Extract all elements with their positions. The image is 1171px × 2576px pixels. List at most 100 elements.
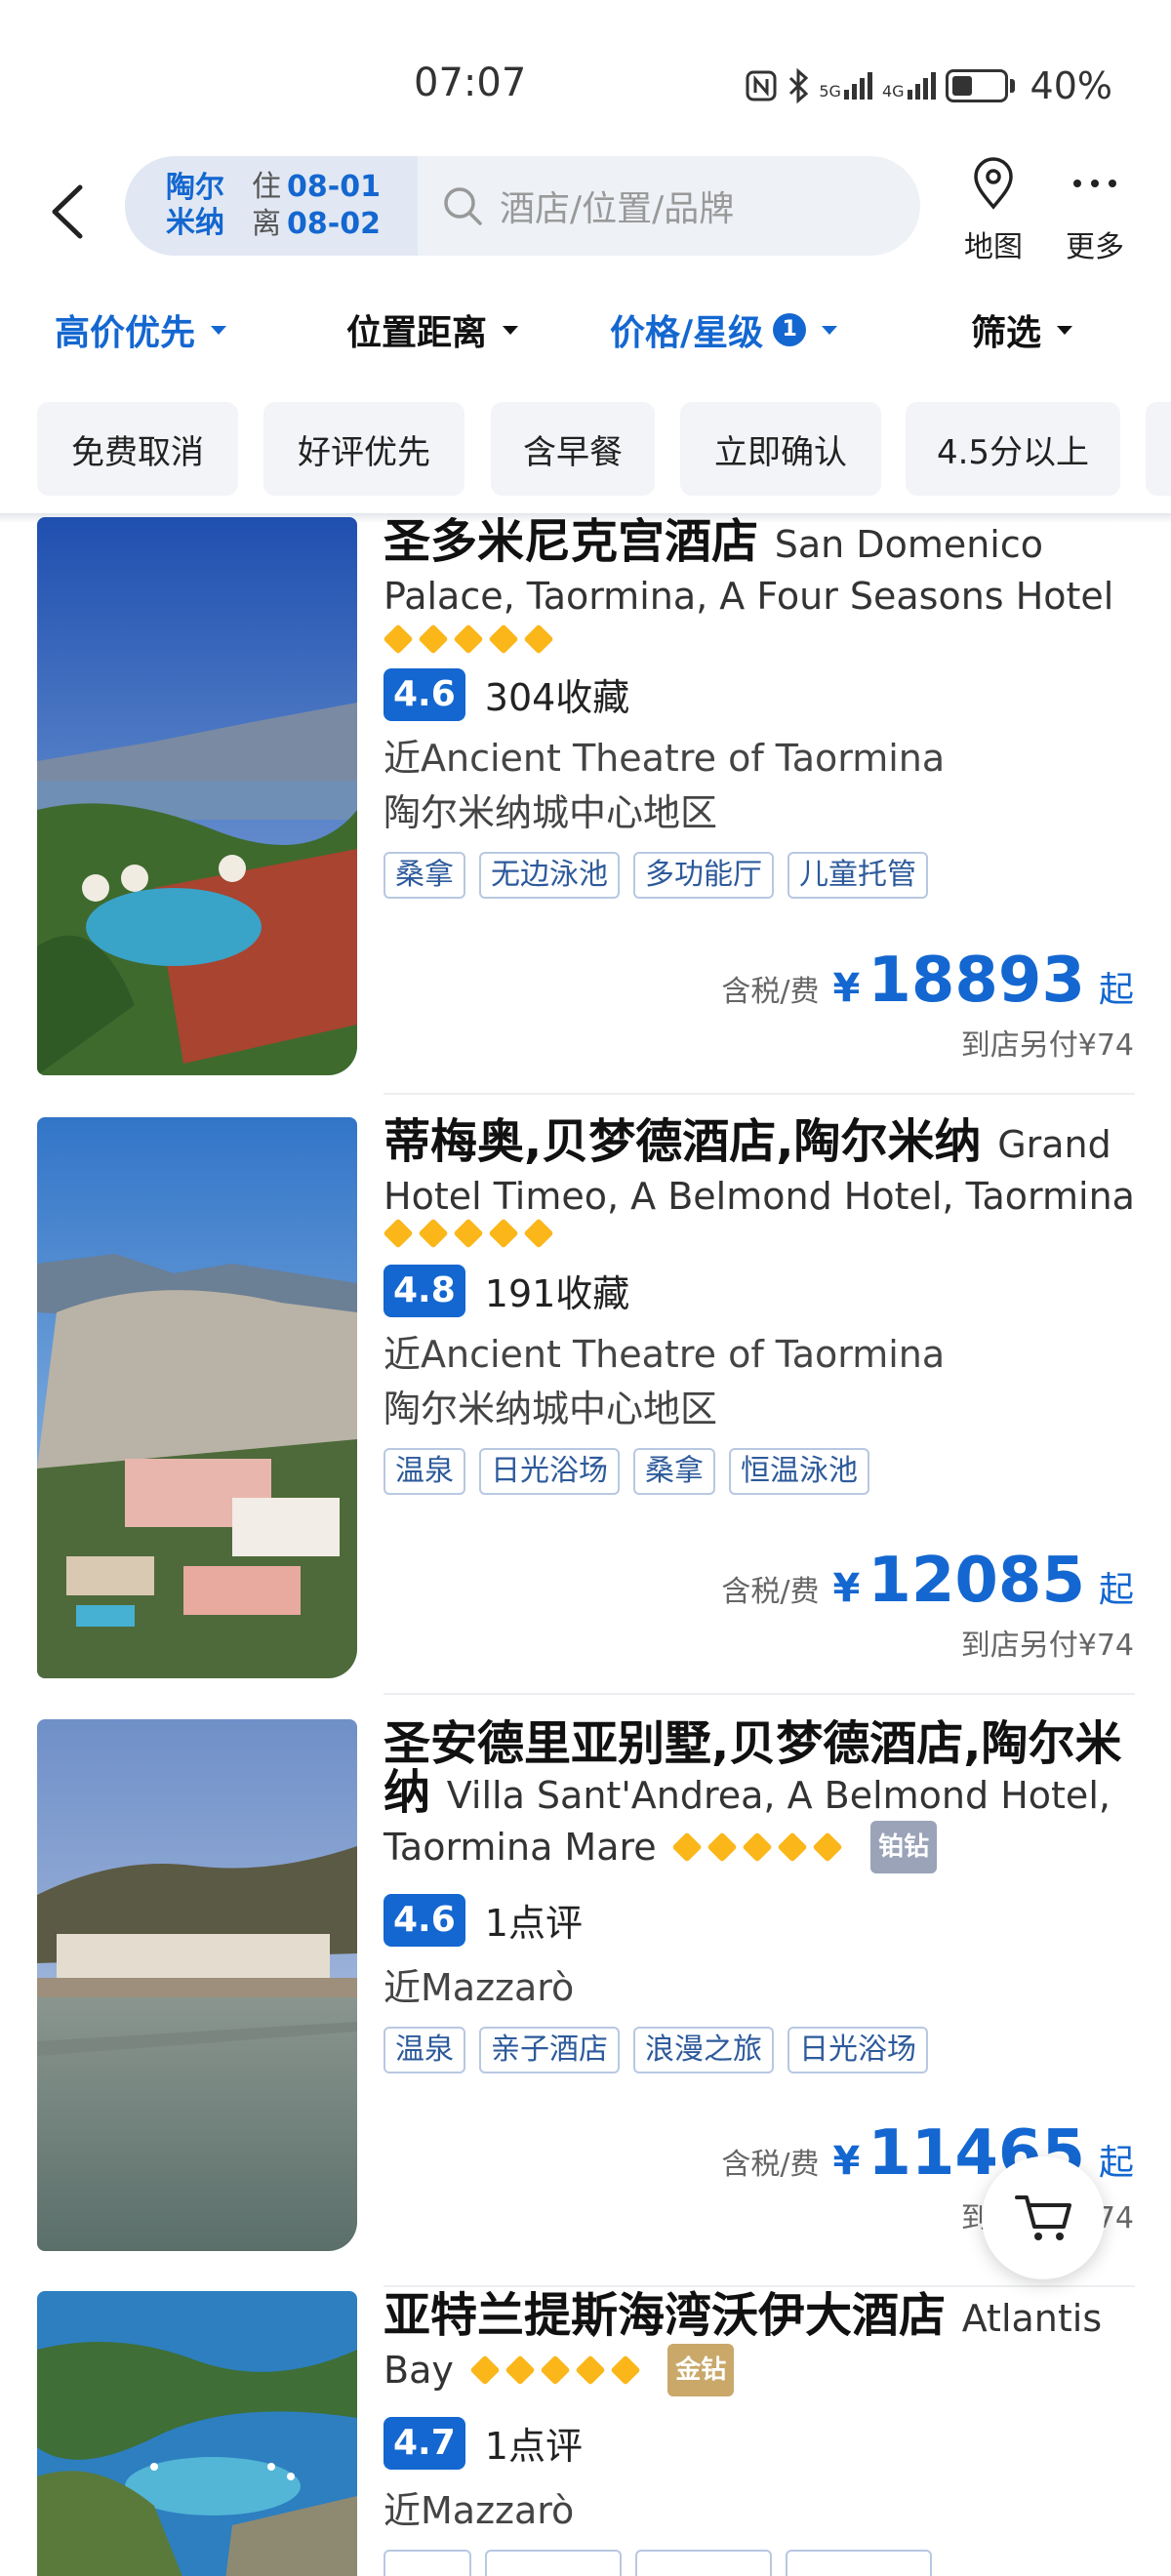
location-pin-icon <box>974 157 1013 210</box>
amenity-tag: 浪漫之旅 <box>633 2027 774 2073</box>
chip-score-45[interactable]: 4.5分以上 <box>906 402 1120 496</box>
hotel-info: 圣多米尼克宫酒店 San Domenico Palace, Taormina, … <box>383 517 1135 899</box>
search-bar: 陶尔米纳 住 08-01 离 08-02 酒店/位置/品牌 <box>125 156 920 256</box>
search-placeholder: 酒店/位置/品牌 <box>500 189 735 229</box>
hotel-photo[interactable] <box>37 1117 357 1678</box>
extra-fee: 到店另付¥74 <box>960 1028 1134 1063</box>
hotel-photo[interactable] <box>37 517 357 1075</box>
star-icon <box>453 1218 484 1249</box>
hotel-name[interactable]: 圣安德里亚别墅,贝梦德酒店,陶尔米纳 Villa Sant'Andrea, A … <box>384 1719 1135 1873</box>
hotel-name[interactable]: 蒂梅奥,贝梦德酒店,陶尔米纳 Grand Hotel Timeo, A Belm… <box>384 1117 1135 1221</box>
score-badge: 4.7 <box>384 2416 465 2470</box>
amenity-tag <box>384 2550 471 2576</box>
star-icon <box>418 1218 449 1249</box>
checkout-date: 08-02 <box>287 207 381 241</box>
chip-breakfast[interactable]: 含早餐 <box>491 402 655 496</box>
sort-price-star[interactable]: 价格/星级 1 <box>610 304 838 355</box>
amenity-tag: 桑拿 <box>384 852 465 899</box>
cart-icon <box>1015 2195 1071 2240</box>
status-bar: 07:07 5G 4G 40% <box>0 0 1171 156</box>
checkin-date: 08-01 <box>287 170 381 204</box>
amenity-tags: 温泉 日光浴场 桑拿 恒温泳池 <box>384 1448 1135 1495</box>
score-badge: 4.6 <box>384 667 465 721</box>
amenity-tag: 温泉 <box>384 2027 465 2073</box>
star-icon <box>777 1831 808 1863</box>
amenity-tag: 恒温泳池 <box>729 1448 869 1495</box>
star-icon <box>812 1831 843 1863</box>
search-icon <box>444 187 482 225</box>
more-button[interactable]: 更多 <box>1056 156 1134 265</box>
bluetooth-icon <box>789 68 809 103</box>
search-input[interactable]: 酒店/位置/品牌 <box>418 181 920 231</box>
star-icon <box>610 2355 641 2386</box>
search-header: 陶尔米纳 住 08-01 离 08-02 酒店/位置/品牌 地图 更多 <box>0 156 1171 273</box>
star-icon <box>418 624 449 655</box>
star-rating <box>383 1218 554 1252</box>
price[interactable]: 含税/费 ¥ 18893 起 <box>721 945 1134 1017</box>
chip-instant-confirm[interactable]: 立即确认 <box>680 402 881 496</box>
hotel-card[interactable]: 圣多米尼克宫酒店 San Domenico Palace, Taormina, … <box>0 517 1171 1095</box>
hotel-card[interactable]: 蒂梅奥,贝梦德酒店,陶尔米纳 Grand Hotel Timeo, A Belm… <box>0 1117 1171 1695</box>
amenity-tag: 温泉 <box>384 1448 465 1495</box>
status-icons: 5G 4G 40% <box>745 64 1112 107</box>
chip-free-cancel[interactable]: 免费取消 <box>37 402 238 496</box>
filter-count-badge: 1 <box>773 313 807 346</box>
star-icon <box>540 2355 571 2386</box>
nfc-icon <box>746 70 777 101</box>
hotel-photo-san-domenico <box>37 517 357 1075</box>
favorites-count: 304收藏 <box>484 676 630 719</box>
chip-top-rated[interactable]: 好评优先 <box>263 402 464 496</box>
amenity-tag: 无边泳池 <box>479 852 620 899</box>
price[interactable]: 含税/费 ¥ 12085 起 <box>721 1545 1134 1617</box>
chevron-left-icon <box>52 184 83 239</box>
hotel-area: 陶尔米纳城中心地区 <box>384 1388 718 1430</box>
hotel-photo[interactable] <box>37 1719 357 2251</box>
sort-price-high[interactable]: 高价优先 <box>55 304 227 355</box>
star-rating <box>671 1831 843 1863</box>
amenity-tags: 桑拿 无边泳池 多功能厅 儿童托管 <box>384 852 1135 899</box>
rating-row: 4.6 304收藏 <box>384 667 1135 721</box>
amenity-tag: 多功能厅 <box>633 852 774 899</box>
star-icon <box>453 624 484 655</box>
amenity-tags: 温泉 亲子酒店 浪漫之旅 日光浴场 <box>384 2027 1135 2073</box>
star-rating <box>383 624 554 658</box>
hotel-info: 蒂梅奥,贝梦德酒店,陶尔米纳 Grand Hotel Timeo, A Belm… <box>383 1117 1135 1495</box>
price-amount: 12085 <box>868 1545 1085 1617</box>
sort-distance[interactable]: 位置距离 <box>346 304 519 355</box>
map-button[interactable]: 地图 <box>954 156 1032 265</box>
sort-bar: 高价优先 位置距离 价格/星级 1 筛选 <box>0 285 1171 375</box>
amenity-tag: 亲子酒店 <box>479 2027 620 2073</box>
back-button[interactable] <box>39 178 98 246</box>
tier-badge: 金钻 <box>667 2344 735 2396</box>
destination-dates-selector[interactable]: 陶尔米纳 住 08-01 离 08-02 <box>125 156 418 256</box>
amenity-tag: 桑拿 <box>633 1448 715 1495</box>
star-icon <box>707 1831 738 1863</box>
sort-filter[interactable]: 筛选 <box>971 304 1073 355</box>
amenity-tag: 儿童托管 <box>787 852 928 899</box>
star-icon <box>505 2355 536 2386</box>
cart-button[interactable] <box>982 2156 1105 2279</box>
star-icon <box>488 624 519 655</box>
star-icon <box>671 1831 703 1863</box>
amenity-tags <box>384 2550 1135 2576</box>
amenity-tag: 日光浴场 <box>479 1448 620 1495</box>
star-icon <box>575 2355 606 2386</box>
hotel-card[interactable]: 亚特兰提斯海湾沃伊大酒店 Atlantis Bay 金钻 4.7 1点评 近Ma… <box>0 2291 1171 2576</box>
hotel-name[interactable]: 圣多米尼克宫酒店 San Domenico Palace, Taormina, … <box>384 517 1135 621</box>
hotel-photo[interactable] <box>37 2291 357 2576</box>
signal-4g-icon: 4G <box>882 72 936 100</box>
rating-row: 4.8 191收藏 <box>384 1264 1135 1317</box>
battery-percent: 40% <box>1030 64 1112 107</box>
signal-5g-icon: 5G <box>819 72 872 100</box>
hotel-name[interactable]: 亚特兰提斯海湾沃伊大酒店 Atlantis Bay 金钻 <box>384 2291 1135 2396</box>
favorites-count: 191收藏 <box>484 1272 630 1315</box>
hotel-list: 圣多米尼克宫酒店 San Domenico Palace, Taormina, … <box>0 517 1171 2576</box>
hotel-info: 圣安德里亚别墅,贝梦德酒店,陶尔米纳 Villa Sant'Andrea, A … <box>384 1719 1135 2073</box>
amenity-tag <box>635 2550 772 2576</box>
price-amount: 18893 <box>868 945 1085 1017</box>
star-rating <box>469 2355 641 2386</box>
chip-more-partial[interactable] <box>1146 402 1171 496</box>
star-icon <box>523 1218 554 1249</box>
stay-dates: 住 08-01 离 08-02 <box>252 170 381 241</box>
city-name: 陶尔米纳 <box>166 171 224 240</box>
